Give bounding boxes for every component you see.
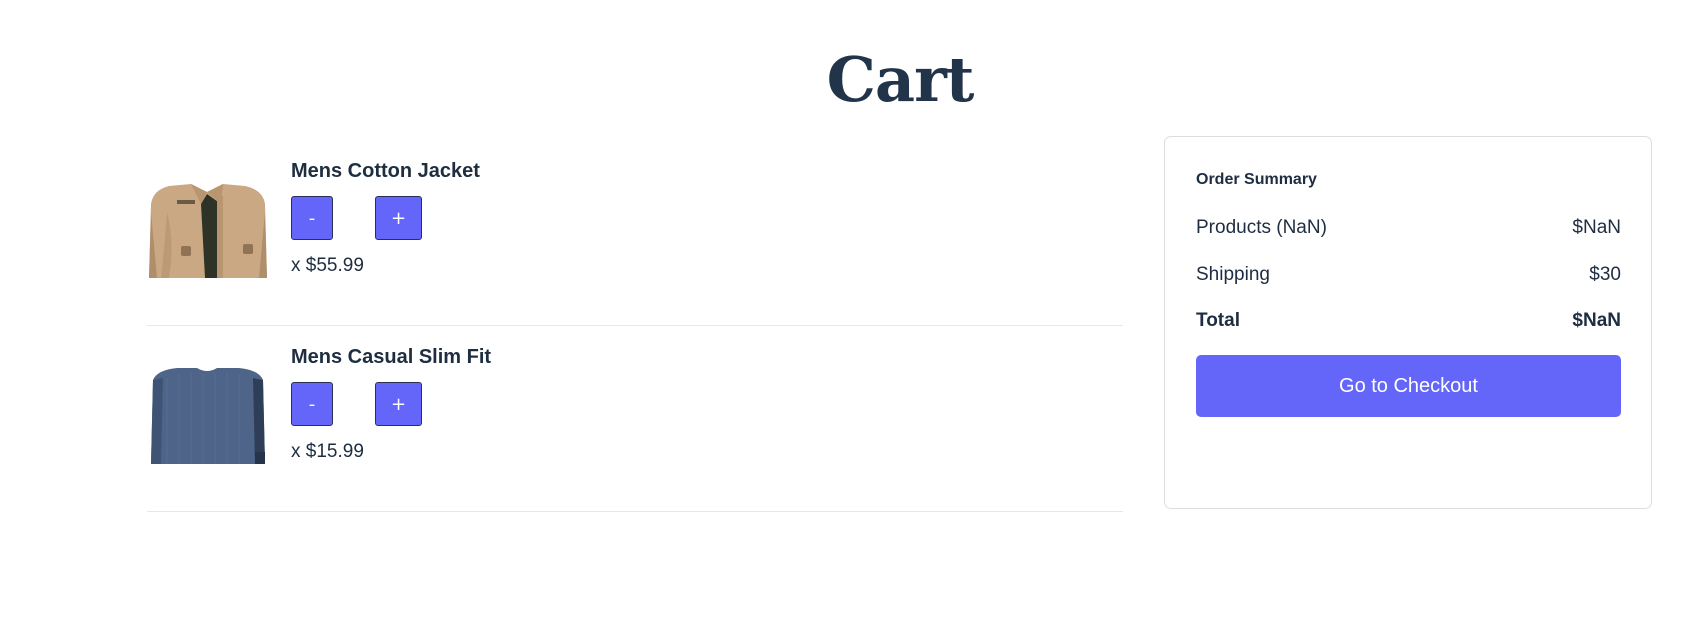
decrease-quantity-button[interactable]: - [291,382,333,426]
cart-item-title[interactable]: Mens Casual Slim Fit [291,344,491,370]
jacket-image [149,184,267,278]
summary-row-total: Total $NaN [1196,310,1621,332]
checkout-button[interactable]: Go to Checkout [1196,355,1621,417]
cart-item: Mens Cotton Jacket - + x $55.99 [147,140,1123,326]
quantity-controls: - + [291,196,491,242]
cart-item-price: x $55.99 [291,255,364,276]
total-label: Total [1196,310,1240,331]
increase-quantity-button[interactable]: + [375,196,422,240]
products-label: Products (NaN) [1196,217,1327,238]
summary-row-products: Products (NaN) $NaN [1196,217,1621,239]
total-value: $NaN [1572,310,1621,331]
products-value: $NaN [1572,217,1621,238]
cart-item-title[interactable]: Mens Cotton Jacket [291,158,491,184]
cart-item-info: Mens Casual Slim Fit - + x $15.99 [291,344,491,464]
shipping-value: $30 [1589,264,1621,285]
product-image-jacket[interactable] [147,182,269,278]
cart-item-info: Mens Cotton Jacket - + x $55.99 [291,158,491,278]
order-summary-heading: Order Summary [1196,171,1317,188]
cart-item: Mens Casual Slim Fit - + x $15.99 [147,326,1123,512]
decrease-quantity-button[interactable]: - [291,196,333,240]
increase-quantity-button[interactable]: + [375,382,422,426]
product-image-shirt[interactable] [147,368,269,464]
page-title: Cart [826,43,975,116]
cart-item-price: x $15.99 [291,441,364,462]
shirt-image [151,368,265,464]
summary-row-shipping: Shipping $30 [1196,264,1621,286]
quantity-controls: - + [291,382,491,428]
shipping-label: Shipping [1196,264,1270,285]
cart-list: Mens Cotton Jacket - + x $55.99 Mens Cas… [147,140,1123,512]
order-summary-card: Order Summary Products (NaN) $NaN Shippi… [1164,136,1652,509]
